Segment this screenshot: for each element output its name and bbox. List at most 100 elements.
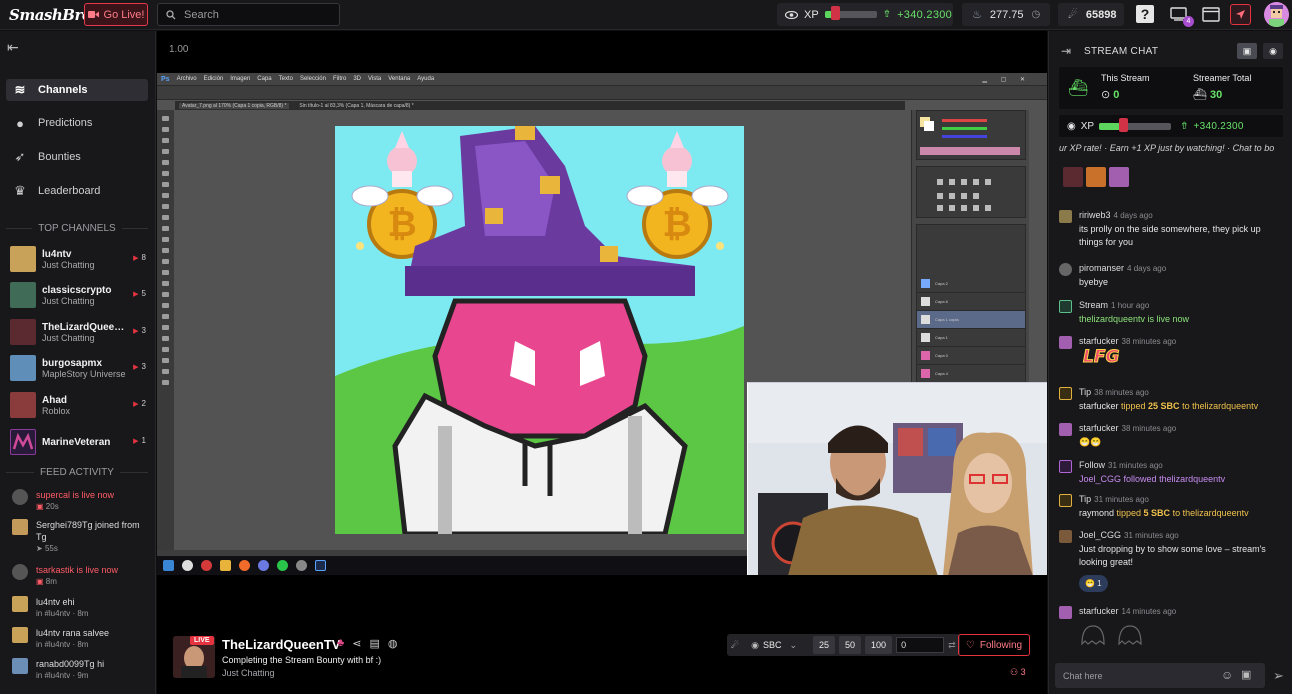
feed-time: 55s [44,544,58,553]
feed-item[interactable]: Serghei789Tg joined from Tg ➤ 55s [12,519,152,553]
xp-widget[interactable]: XP ⇮ +340.2300 [777,3,953,26]
collapse-chat-icon[interactable]: ⇥ [1061,44,1071,58]
follower-count-value: 3 [1020,667,1026,677]
channel-item-marineveteran[interactable]: MarineVeteran 1 [10,428,150,456]
tip-sender[interactable]: starfucker [1079,401,1119,411]
section-title-text: TOP CHANNELS [38,223,116,234]
chat-xp-widget: ◉ XP ⇮ +340.2300 [1059,115,1283,137]
viewer-avatar[interactable] [1063,167,1083,187]
channel-name: Ahad [42,394,67,406]
xp-progress-bar [1099,117,1172,132]
tip-amount-button[interactable]: 25 [813,636,836,654]
ps-menu-item: Selección [299,76,326,82]
viewer-count: 1 [133,436,146,445]
browser-window-icon[interactable] [1200,4,1221,25]
streamer-total-value: ⛴ 30 [1193,89,1223,101]
chat-message[interactable]: starfucker 14 minutes ago [1059,605,1285,646]
chat-bubble-icon[interactable]: ▤ [369,637,379,650]
feed-item[interactable]: lu4ntv rana salvee in #lu4ntv · 8m [12,627,152,649]
ps-menu-item: Capa [257,76,272,82]
chat-username: Tip [1079,387,1092,397]
eye-icon[interactable]: ◉ [1263,43,1283,59]
search-box[interactable] [157,3,340,26]
feed-time: in #lu4ntv · 9m [36,671,89,680]
ps-menu-item: Filtro [332,76,347,82]
feed-item[interactable]: supercal is live now ▣ 20s [12,489,152,511]
feed-item[interactable]: tsarkastik is live now ▣ 8m [12,564,152,586]
chat-username[interactable]: Joel_CGG [1079,530,1121,540]
channel-item-classicscrypto[interactable]: classicscryptoJust Chatting 5 [10,281,150,309]
coins-widget[interactable]: ♨ 277.75 ◷ [962,3,1050,26]
feed-avatar [12,489,28,505]
chat-message[interactable]: Joel_CGG 31 minutes ago Just dropping by … [1059,529,1285,592]
send-tip-icon[interactable]: ⇄ [948,640,956,651]
tip-amount-button[interactable]: 50 [839,636,862,654]
chat-username[interactable]: starfucker [1079,423,1119,433]
chat-message[interactable]: ririweb3 4 days ago its prolly on the sid… [1059,209,1285,249]
channel-item-lu4ntv[interactable]: lu4ntvJust Chatting 8 [10,245,150,273]
stream-player[interactable]: 1.00 Ps Archivo Edición Imagen Capa Text… [157,31,1047,694]
collapse-sidebar-icon[interactable]: ⇤ [7,39,19,56]
chat-timestamp: 31 minutes ago [1108,461,1163,470]
viewer-avatar[interactable] [1086,167,1106,187]
gif-icon[interactable]: ▣ [1241,668,1251,681]
ps-menu-item: Ayuda [417,76,435,82]
gamepad-icon[interactable]: ◍ [388,637,398,650]
ps-layer-name: Capa 0 [935,353,948,358]
nav-bounties[interactable]: ➶ Bounties [6,146,148,168]
custom-tip-input[interactable] [896,637,945,653]
chat-username[interactable]: ririweb3 [1079,210,1111,220]
points-widget[interactable]: ☄ 65898 [1058,3,1124,26]
streamer-total-label: Streamer Total [1193,73,1252,83]
stream-category[interactable]: Just Chatting [222,668,275,678]
chat-input-box[interactable]: ☺ ▣ [1055,663,1265,688]
currency-select[interactable]: ◉ SBC ⌄ [747,640,801,651]
chat-mode-icon[interactable]: ▣ [1237,43,1257,59]
chat-message[interactable]: starfucker 38 minutes ago 😁😁 [1059,422,1285,449]
tip-target[interactable]: thelizardqueentv [1183,508,1249,518]
following-button[interactable]: ♡ Following [958,634,1030,656]
follow-target[interactable]: thelizardqueentv [1159,474,1225,484]
feed-item[interactable]: ranabd0099Tg hi in #lu4ntv · 9m [12,658,152,680]
channel-category: Roblox [42,405,71,416]
chat-message-follow[interactable]: Follow 31 minutes ago Joel_CGG followed t… [1059,459,1285,486]
send-tip-icon[interactable] [1230,4,1251,25]
tip-text: to [1170,508,1183,518]
nav-channels[interactable]: ≋ Channels [6,79,148,101]
user-avatar[interactable] [1264,2,1289,27]
viewer-avatar[interactable] [1109,167,1129,187]
tip-amount-button[interactable]: 100 [865,636,893,654]
messages-icon[interactable]: 4 [1168,4,1194,27]
feed-item[interactable]: lu4ntv ehi in #lu4ntv · 8m [12,596,152,618]
nav-predictions[interactable]: ● Predictions [6,112,148,134]
rocket-icon[interactable]: ♣ [337,637,344,650]
streamer-total-number: 30 [1210,89,1223,101]
chat-input[interactable] [1063,670,1213,681]
channel-item-ahad[interactable]: AhadRoblox 2 [10,391,150,419]
chat-username[interactable]: piromanser [1079,263,1124,273]
help-icon[interactable]: ? [1136,5,1154,23]
go-live-button[interactable]: Go Live! [84,3,148,26]
follower-count: ⚇ 3 [1010,667,1026,678]
tip-target[interactable]: thelizardqueentv [1192,401,1258,411]
chat-username[interactable]: starfucker [1079,606,1119,616]
share-icon[interactable]: ⋖ [352,637,361,650]
ps-document-tabs: Avatar_7.png al 170% (Capa 1 copia, RGB/… [175,101,905,110]
emoji-icon[interactable]: ☺ [1221,668,1233,682]
follower-name[interactable]: Joel_CGG [1079,474,1121,484]
chat-username[interactable]: starfucker [1079,336,1119,346]
streamer-name[interactable]: TheLizardQueenTV [222,637,340,652]
channel-item-thelizardqueentv[interactable]: TheLizardQueenTVJust Chatting 3 [10,318,150,346]
nav-leaderboard[interactable]: ♛ Leaderboard [6,180,148,202]
channel-item-burgosapmx[interactable]: burgosapmxMapleStory Universe 3 [10,354,150,382]
tip-sender[interactable]: raymond [1079,508,1114,518]
chat-message-tip[interactable]: Tip 38 minutes ago starfucker tipped 25 S… [1059,386,1285,413]
send-message-icon[interactable]: ➢ [1273,668,1284,684]
chat-message-tip[interactable]: Tip 31 minutes ago raymond tipped 5 SBC t… [1059,493,1285,520]
tip-icon [1059,387,1072,400]
chat-message[interactable]: piromanser 4 days ago byebye [1059,262,1285,289]
reaction-badge[interactable]: 😁 1 [1079,575,1108,592]
search-input[interactable] [184,8,334,21]
chat-message-system[interactable]: Stream 1 hour ago thelizardqueentv is liv… [1059,299,1285,326]
chat-message[interactable]: starfucker 38 minutes ago LFG [1059,335,1285,366]
